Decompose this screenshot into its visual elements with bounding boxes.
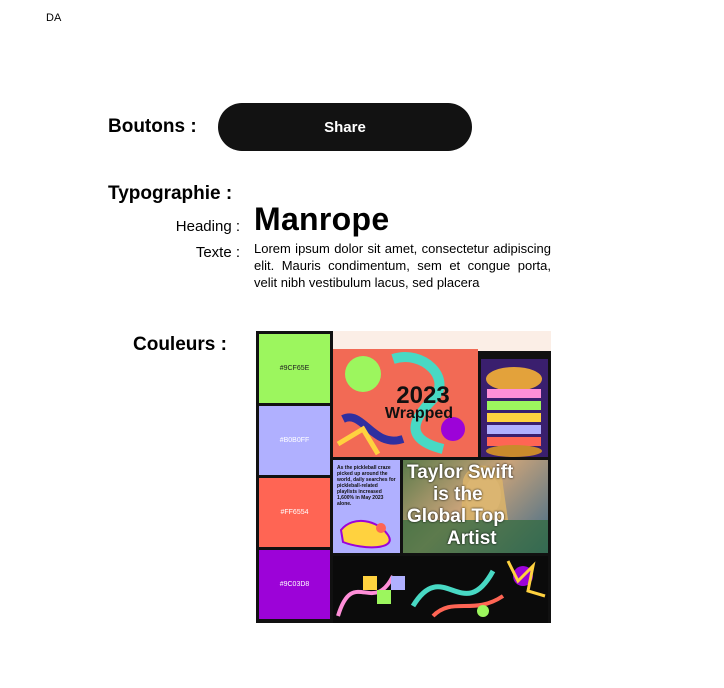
moodboard-top-strip [333,331,551,351]
pickleball-shape-icon [339,520,391,549]
taylor-line-3: Global Top [407,506,505,527]
body-text-sample: Lorem ipsum dolor sit amet, consectetur … [254,241,551,290]
corner-label: DA [46,12,62,24]
swatch-green: #9CF65E [259,334,330,403]
swatch-coral: #FF6554 [259,478,330,547]
playlist-stack-image [481,359,548,457]
swatch-green-label: #9CF65E [279,365,310,372]
wrapped-year: 2023 [396,382,450,409]
share-button[interactable]: Share [218,103,472,151]
swatch-coral-label: #FF6554 [280,509,309,516]
swatch-lavender: #B0B0FF [259,406,330,475]
swatch-purple-label: #9C03D8 [279,581,310,588]
buttons-section-label: Boutons : [108,116,197,137]
heading-label: Heading : [175,218,240,235]
wrapped-word: Wrapped [384,405,454,422]
taylor-swift-image: Taylor Swift is the Global Top Artist [403,460,548,553]
abstract-pattern-image [333,556,548,623]
playlist-stack-icon [486,367,542,457]
swatch-lavender-label: #B0B0FF [279,437,310,444]
pickleball-image: As the pickleball craze picked up around… [333,460,400,553]
taylor-line-4: Artist [447,528,497,549]
wrapped-2023-image: 2023 Wrapped [333,349,478,457]
color-moodboard: #9CF65E #B0B0FF #FF6554 #9C03D8 2023 Wra… [256,331,551,623]
taylor-line-1: Taylor Swift [407,462,514,483]
typography-section-label: Typographie : [108,183,233,204]
abstract-pattern-icon [336,560,546,618]
taylor-line-2: is the [433,484,483,505]
colors-section-label: Couleurs : [133,334,227,355]
swatch-purple: #9C03D8 [259,550,330,619]
text-label: Texte : [195,244,240,261]
heading-font-sample: Manrope [254,201,390,237]
